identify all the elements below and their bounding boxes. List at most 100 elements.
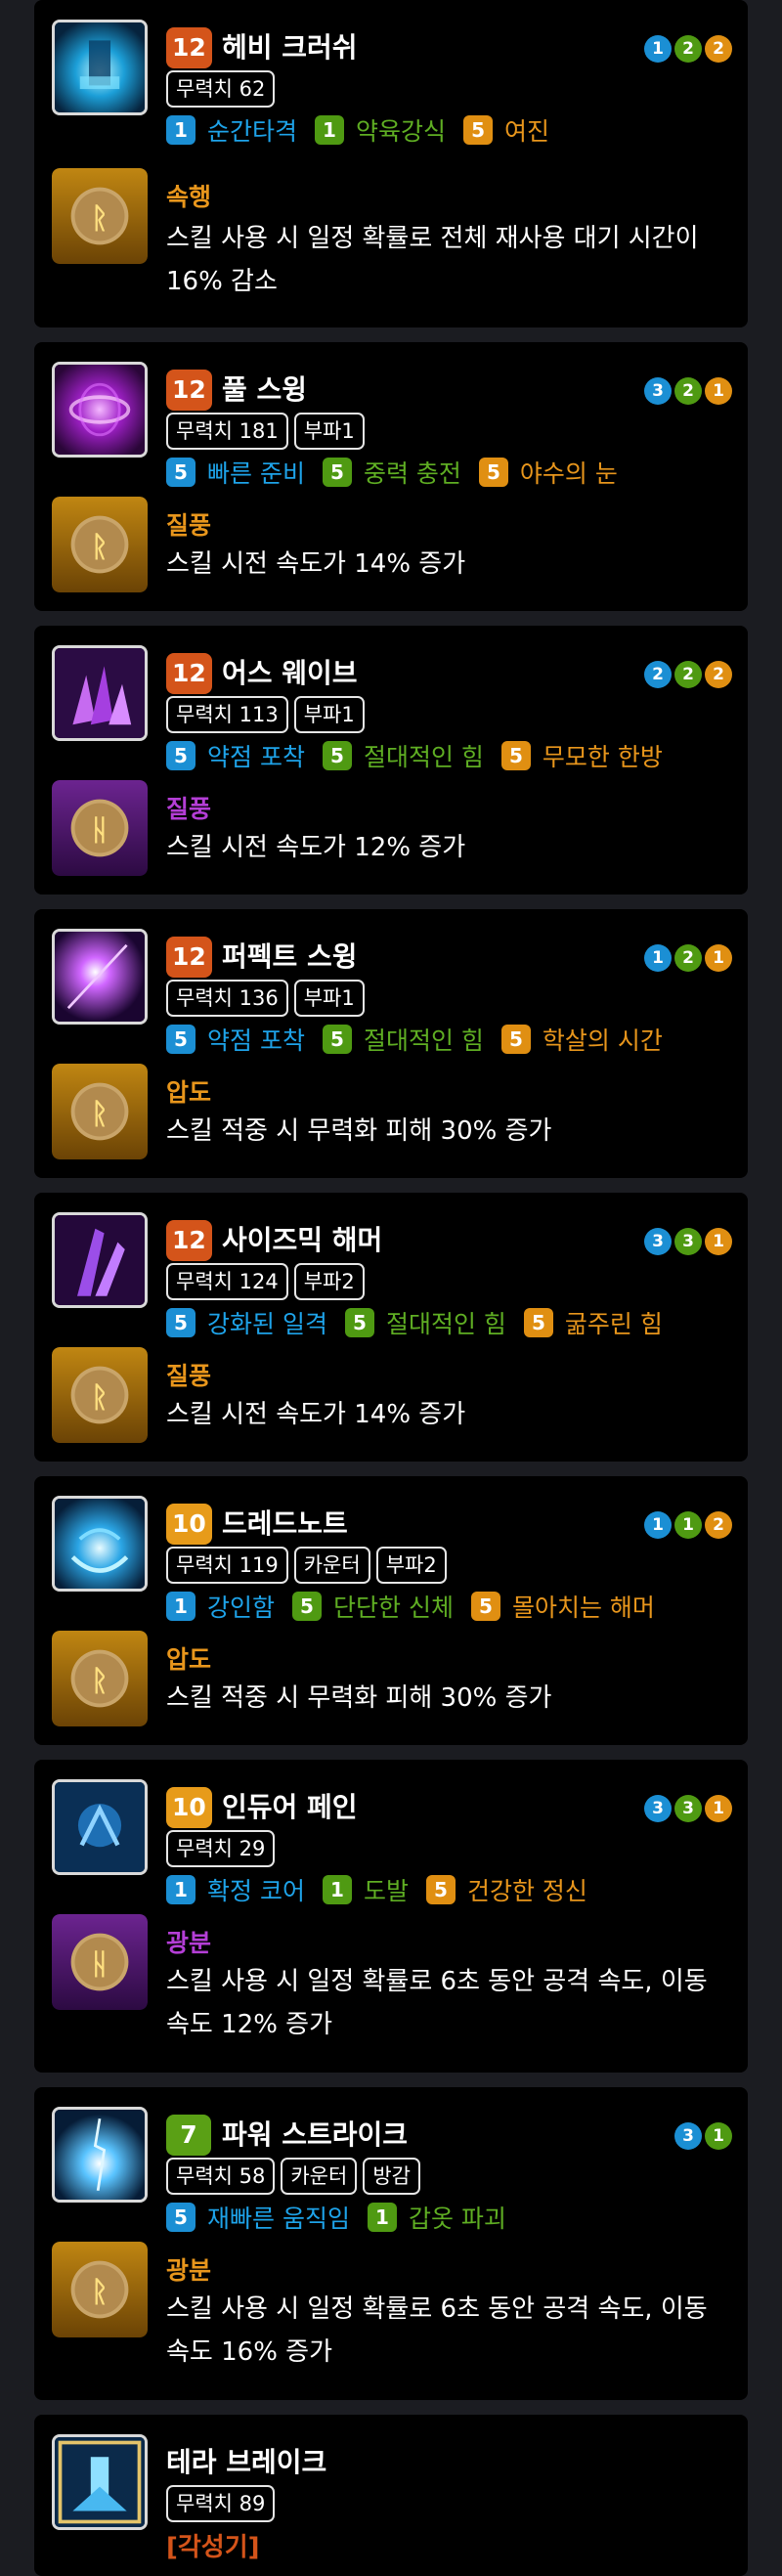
tripod-item: 5 절대적인 힘 [344, 1305, 506, 1340]
tripod-name: 몰아치는 해머 [511, 1594, 655, 1622]
tripod-name: 약점 포착 [207, 743, 305, 771]
skill-card[interactable]: 12 사이즈믹 해머 3 3 1 무력치 124 부파2 5 강화된 일격 5 절대적인 힘 5 굶주린… [34, 1193, 748, 1462]
tripod-name: 절대적인 힘 [363, 743, 484, 771]
endure-pain-icon [52, 1779, 148, 1875]
tripod-item: 1 갑옷 파괴 [367, 2200, 506, 2235]
gem-badge: 2 [644, 661, 672, 688]
skill-tag: 무력치 62 [166, 70, 276, 108]
tripod-item: 5 여진 [463, 112, 549, 148]
rune-gale-icon: ᚱ [52, 1347, 148, 1443]
tripod-level: 5 [463, 115, 494, 145]
skill-tag: 부파1 [293, 980, 365, 1017]
rune-name: 질풍 [166, 795, 212, 823]
rune-haste-icon: ᚱ [52, 168, 148, 264]
skill-card[interactable]: 10 인듀어 페인 3 3 1 무력치 29 1 확정 코어 1 도발 5 건강한 정신 ᚺ 광분 스킬 사… [34, 1760, 748, 2073]
skill-tag: 부파1 [293, 696, 365, 733]
gem-indicators: 331 [644, 1228, 732, 1255]
skill-name: 드레드노트 [222, 1507, 348, 1540]
tripod-level: 5 [166, 1308, 196, 1337]
tripod-name: 빠른 준비 [207, 459, 305, 488]
rune-name: 광분 [166, 1929, 212, 1957]
tripod-list: 1 확정 코어 1 도발 5 건강한 정신 [166, 1872, 605, 1907]
full-swing-icon [52, 362, 148, 458]
tripod-level: 5 [500, 1025, 531, 1054]
tripod-level: 5 [322, 741, 352, 770]
tripod-name: 굶주린 힘 [564, 1310, 663, 1338]
rune-frenzy-icon: ᚺ [52, 1914, 148, 2010]
tripod-item: 5 건강한 정신 [425, 1872, 587, 1907]
skill-tag: 부파2 [375, 1547, 447, 1584]
tripod-item: 5 재빠른 움직임 [166, 2200, 350, 2235]
gem-indicators: 331 [644, 1795, 732, 1822]
tripod-name: 도발 [363, 1877, 409, 1905]
skill-card[interactable]: 12 퍼펙트 스윙 1 2 1 무력치 136 부파1 5 약점 포착 5 절대적인 힘 5 학살의 시… [34, 909, 748, 1178]
gem-badge: 1 [705, 2122, 732, 2150]
tripod-list: 5 약점 포착 5 절대적인 힘 5 무모한 한방 [166, 738, 680, 773]
skill-tags: 무력치 124 부파2 [166, 1263, 365, 1300]
rune-name: 압도 [166, 1078, 212, 1107]
tripod-list: 5 강화된 일격 5 절대적인 힘 5 굶주린 힘 [166, 1305, 680, 1340]
heavy-crush-icon [52, 20, 148, 115]
skill-card[interactable]: 10 드레드노트 1 1 2 무력치 119 카운터 부파2 1 강인함 5 단단한 신체 5 몰아치는 … [34, 1476, 748, 1745]
tripod-level: 5 [500, 741, 531, 770]
skill-tags: 무력치 136 부파1 [166, 980, 365, 1017]
skill-level-badge: 12 [166, 27, 212, 68]
tripod-item: 1 강인함 [166, 1589, 275, 1624]
tripod-name: 순간타격 [207, 117, 298, 146]
skill-card[interactable]: 테라 브레이크 무력치 89 [각성기] [34, 2415, 748, 2576]
skill-name: 테라 브레이크 [166, 2446, 327, 2478]
skill-tag: 무력치 113 [166, 696, 288, 733]
skill-tags: 무력치 29 [166, 1830, 276, 1867]
tripod-item: 5 약점 포착 [166, 738, 305, 773]
rune-name: 질풍 [166, 1362, 212, 1390]
tripod-level: 1 [367, 2203, 397, 2232]
tripod-level: 1 [166, 115, 196, 145]
skill-tags: 무력치 58 카운터 방감 [166, 2158, 420, 2195]
rune-description: 스킬 시전 속도가 14% 증가 [166, 549, 466, 579]
svg-text:ᚱ: ᚱ [91, 201, 109, 235]
tripod-list: 5 빠른 준비 5 중력 충전 5 야수의 눈 [166, 455, 635, 490]
tripod-level: 5 [478, 458, 508, 487]
tripod-list: 1 순간타격 1 약육강식 5 여진 [166, 112, 567, 148]
tripod-name: 확정 코어 [207, 1877, 305, 1905]
skill-card[interactable]: 12 헤비 크러쉬 1 2 2 무력치 62 1 순간타격 1 약육강식 5 여진 ᚱ 속행 스킬 사용 시… [34, 0, 748, 327]
skill-tags: 무력치 119 카운터 부파2 [166, 1547, 447, 1584]
skill-tag: 부파2 [293, 1263, 365, 1300]
rune-gale-icon: ᚱ [52, 497, 148, 592]
skill-card[interactable]: 12 풀 스윙 3 2 1 무력치 181 부파1 5 빠른 준비 5 중력 충전 5 야수의 눈 ᚱ 질풍… [34, 342, 748, 611]
skill-card[interactable]: 12 어스 웨이브 2 2 2 무력치 113 부파1 5 약점 포착 5 절대적인 힘 5 무모한 한… [34, 626, 748, 895]
tripod-name: 강인함 [207, 1594, 276, 1622]
dreadnought-icon [52, 1496, 148, 1592]
skill-level-badge: 12 [166, 653, 212, 694]
skill-level-badge: 12 [166, 937, 212, 978]
skill-tag: 무력치 136 [166, 980, 288, 1017]
rune-overwhelm-icon: ᚱ [52, 1631, 148, 1726]
svg-text:ᚱ: ᚱ [91, 2275, 109, 2308]
gem-badge: 1 [644, 944, 672, 972]
tripod-name: 중력 충전 [363, 459, 461, 488]
tripod-level: 1 [315, 115, 345, 145]
tripod-level: 5 [523, 1308, 553, 1337]
tripod-item: 5 몰아치는 해머 [470, 1589, 655, 1624]
rune-description: 스킬 사용 시 일정 확률로 전체 재사용 대기 시간이 16% 감소 [166, 224, 699, 296]
gem-indicators: 222 [644, 661, 732, 688]
tripod-name: 재빠른 움직임 [207, 2205, 350, 2233]
skill-tag: 무력치 29 [166, 1830, 276, 1867]
skill-name: 사이즈믹 해머 [222, 1224, 383, 1256]
gem-badge: 1 [644, 35, 672, 63]
tripod-item: 5 야수의 눈 [478, 455, 618, 490]
gem-badge: 3 [674, 2122, 702, 2150]
rune-name: 질풍 [166, 511, 212, 540]
tripod-level: 5 [470, 1592, 500, 1621]
gem-badge: 1 [674, 1511, 702, 1539]
rune-name: 압도 [166, 1645, 212, 1674]
skill-name: 어스 웨이브 [222, 657, 358, 689]
scrollbar[interactable] [770, 0, 782, 2576]
tripod-name: 갑옷 파괴 [408, 2205, 506, 2233]
gem-badge: 3 [674, 1228, 702, 1255]
tripod-item: 1 약육강식 [315, 112, 446, 148]
gem-badge: 2 [674, 35, 702, 63]
svg-text:ᚱ: ᚱ [91, 1097, 109, 1130]
rune-name: 광분 [166, 2256, 212, 2285]
skill-card[interactable]: 7 파워 스트라이크 3 1 무력치 58 카운터 방감 5 재빠른 움직임 1 갑옷 파괴 ᚱ 광분 스… [34, 2087, 748, 2400]
